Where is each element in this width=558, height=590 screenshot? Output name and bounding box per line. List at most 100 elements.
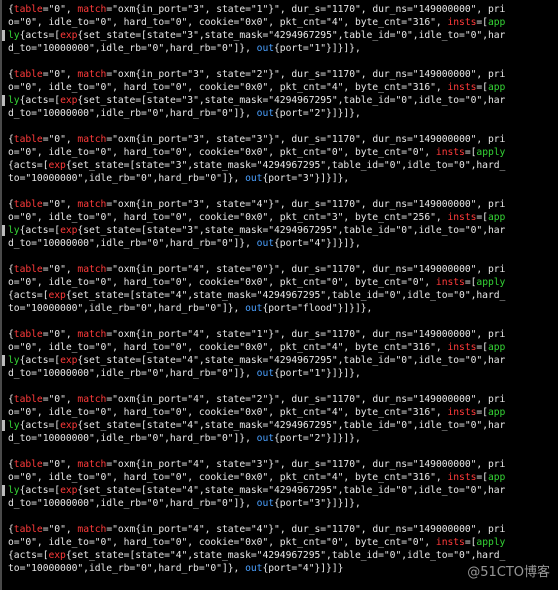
keyword-segment: match <box>77 69 107 80</box>
output-line: {table="0", match="oxm{in_port="4", stat… <box>8 263 528 276</box>
terminal-window[interactable]: {table="0", match="oxm{in_port="3", stat… <box>0 0 558 590</box>
keyword-segment: match <box>77 4 107 15</box>
text-segment: o="0", idle_to="0", hard_to="0", cookie=… <box>8 407 448 418</box>
text-segment: {port="flood"}]}]}, <box>262 303 373 314</box>
text-segment: ="0", <box>42 459 78 470</box>
output-line: {table="0", match="oxm{in_port="3", stat… <box>8 133 528 146</box>
text-segment: d_to="10000000",idle_rb="0",hard_rb="0"]… <box>8 368 257 379</box>
output-line: {acts=[exp{set_state=[state="4",state_ma… <box>8 549 528 562</box>
output-line: to="10000000",idle_rb="0",hard_rb="0"]},… <box>8 302 528 315</box>
keyword-segment: out <box>245 303 263 314</box>
text-segment: {acts=[ <box>19 485 61 496</box>
keyword-segment: insts <box>447 82 477 93</box>
cursor-marker <box>2 225 5 236</box>
text-segment: ="0", <box>42 199 78 210</box>
text-segment: =[ <box>464 147 477 158</box>
output-line: {table="0", match="oxm{in_port="3", stat… <box>8 68 528 81</box>
output-line: o="0", idle_to="0", hard_to="0", cookie=… <box>8 536 528 549</box>
flow-entry: {table="0", match="oxm{in_port="4", stat… <box>8 393 528 445</box>
cursor-marker <box>2 95 5 106</box>
output-line: ly{acts=[exp{set_state=[state="3",state_… <box>8 224 528 237</box>
output-line: o="0", idle_to="0", hard_to="0", cookie=… <box>8 341 528 354</box>
output-line: o="0", idle_to="0", hard_to="0", cookie=… <box>8 81 528 94</box>
output-line: o="0", idle_to="0", hard_to="0", cookie=… <box>8 471 528 484</box>
keyword-segment: exp <box>48 290 66 301</box>
text-segment: {set_state=[state="3",state_mask="429496… <box>65 160 506 171</box>
keyword-segment: insts <box>435 537 465 548</box>
output-line: d_to="10000000",idle_rb="0",hard_rb="0"]… <box>8 497 528 510</box>
text-segment: o="0", idle_to="0", hard_to="0", cookie=… <box>8 212 448 223</box>
text-segment: {set_state=[state="3",state_mask="429496… <box>77 30 506 41</box>
text-segment: {port="2"}]}]}, <box>274 433 361 444</box>
flow-entry: {table="0", match="oxm{in_port="4", stat… <box>8 458 528 510</box>
text-segment: {set_state=[state="4",state_mask="429496… <box>77 355 506 366</box>
keyword-segment: ly <box>8 30 20 41</box>
text-segment: to="10000000",idle_rb="0",hard_rb="0"]}, <box>8 173 246 184</box>
text-segment: o="0", idle_to="0", hard_to="0", cookie=… <box>8 17 448 28</box>
keyword-segment: ly <box>8 355 20 366</box>
keyword-segment: exp <box>60 420 78 431</box>
output-line: o="0", idle_to="0", hard_to="0", cookie=… <box>8 406 528 419</box>
output-line: ly{acts=[exp{set_state=[state="4",state_… <box>8 484 528 497</box>
text-segment: ="0", <box>42 134 78 145</box>
text-segment: ="oxm{in_port="4", state="4"}", dur_s="1… <box>106 524 506 535</box>
keyword-segment: exp <box>60 485 78 496</box>
text-segment: =[ <box>464 537 477 548</box>
keyword-segment: ly <box>8 95 20 106</box>
text-segment: {port="1"}]}]}, <box>274 43 361 54</box>
text-segment: ="oxm{in_port="4", state="0"}", dur_s="1… <box>106 264 506 275</box>
keyword-segment: ly <box>8 420 20 431</box>
text-segment: =[ <box>476 82 488 93</box>
keyword-segment: app <box>487 472 506 483</box>
flow-entry: {table="0", match="oxm{in_port="3", stat… <box>8 3 528 55</box>
output-line: d_to="10000000",idle_rb="0",hard_rb="0"]… <box>8 367 528 380</box>
output-line: {table="0", match="oxm{in_port="4", stat… <box>8 328 528 341</box>
keyword-segment: table <box>13 69 43 80</box>
flow-entry: {table="0", match="oxm{in_port="3", stat… <box>8 198 528 250</box>
keyword-segment: match <box>77 524 107 535</box>
text-segment: ="oxm{in_port="3", state="4"}", dur_s="1… <box>106 199 506 210</box>
keyword-segment: exp <box>60 355 78 366</box>
keyword-segment: match <box>77 394 107 405</box>
cursor-marker <box>2 355 5 366</box>
text-segment: ="oxm{in_port="3", state="3"}", dur_s="1… <box>106 134 506 145</box>
keyword-segment: table <box>13 394 43 405</box>
output-line: d_to="10000000",idle_rb="0",hard_rb="0"]… <box>8 432 528 445</box>
output-line: to="10000000",idle_rb="0",hard_rb="0"]},… <box>8 172 528 185</box>
cursor-marker <box>2 485 5 496</box>
text-segment: ="oxm{in_port="3", state="2"}", dur_s="1… <box>106 69 506 80</box>
watermark: @51CTO博客 <box>467 565 550 580</box>
terminal-scrollbar[interactable] <box>552 0 558 590</box>
keyword-segment: table <box>13 459 43 470</box>
text-segment: {acts=[ <box>19 225 61 236</box>
keyword-segment: insts <box>447 212 477 223</box>
text-segment: ="oxm{in_port="4", state="2"}", dur_s="1… <box>106 394 506 405</box>
text-segment: ="0", <box>42 264 78 275</box>
text-segment: {port="3"}]}]}, <box>274 498 361 509</box>
text-segment: {acts=[ <box>19 30 61 41</box>
text-segment: ="0", <box>42 394 78 405</box>
text-segment: {set_state=[state="4",state_mask="429496… <box>77 485 506 496</box>
text-segment: to="10000000",idle_rb="0",hard_rb="0"]}, <box>8 563 246 574</box>
keyword-segment: match <box>77 199 107 210</box>
text-segment: ="oxm{in_port="4", state="1"}", dur_s="1… <box>106 329 506 340</box>
text-segment: o="0", idle_to="0", hard_to="0", cookie=… <box>8 277 436 288</box>
output-line: {acts=[exp{set_state=[state="4",state_ma… <box>8 289 528 302</box>
output-line: {table="0", match="oxm{in_port="3", stat… <box>8 3 528 16</box>
text-segment: {acts=[ <box>19 355 61 366</box>
keyword-segment: match <box>77 264 107 275</box>
flow-entry: {table="0", match="oxm{in_port="4", stat… <box>8 523 528 575</box>
text-segment: {port="2"}]}]}, <box>274 108 361 119</box>
output-line: ly{acts=[exp{set_state=[state="4",state_… <box>8 419 528 432</box>
keyword-segment: match <box>77 134 107 145</box>
keyword-segment: insts <box>435 147 465 158</box>
text-segment: =[ <box>476 342 488 353</box>
keyword-segment: apply <box>476 537 506 548</box>
keyword-segment: exp <box>48 160 66 171</box>
output-line: to="10000000",idle_rb="0",hard_rb="0"]},… <box>8 562 528 575</box>
output-line: ly{acts=[exp{set_state=[state="3",state_… <box>8 94 528 107</box>
output-line: {table="0", match="oxm{in_port="4", stat… <box>8 523 528 536</box>
keyword-segment: app <box>487 212 506 223</box>
